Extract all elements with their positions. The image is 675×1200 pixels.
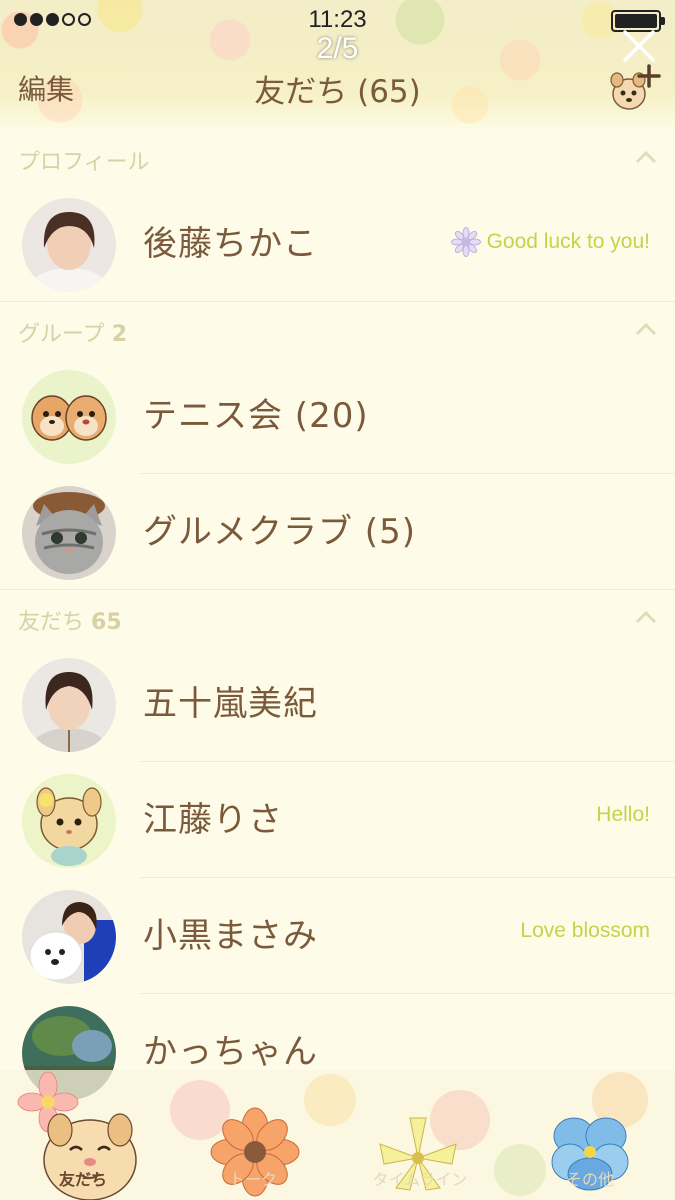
tab-talk[interactable]: トーク bbox=[188, 1166, 318, 1190]
tab-bar: 友だち トーク タイムライン その他 bbox=[0, 1040, 675, 1200]
tab-timeline[interactable]: タイムライン bbox=[355, 1166, 485, 1190]
avatar bbox=[22, 370, 116, 464]
friend-name: 江藤りさ bbox=[143, 800, 283, 840]
friend-row[interactable]: 五十嵐美紀 bbox=[0, 646, 675, 762]
profile-status: Good luck to you! bbox=[450, 227, 650, 257]
profile-row[interactable]: 後藤ちかこ Good luck to you! bbox=[0, 186, 675, 302]
daisy-icon bbox=[450, 227, 481, 257]
chevron-up-icon bbox=[635, 610, 657, 624]
add-friend-button[interactable] bbox=[605, 60, 665, 114]
section-header-groups[interactable]: グループ 2 bbox=[0, 302, 675, 358]
avatar bbox=[22, 890, 116, 984]
tab-more[interactable]: その他 bbox=[525, 1166, 655, 1190]
page-title: 友だち (65) bbox=[254, 74, 421, 110]
section-label: グループ 2 bbox=[18, 322, 127, 347]
tab-friends[interactable]: 友だち bbox=[18, 1166, 148, 1190]
chevron-up-icon bbox=[635, 150, 657, 164]
friends-list: プロフィール 後藤ちかこ Good luck to you! グループ 2 テニ… bbox=[0, 130, 675, 1110]
avatar bbox=[22, 198, 116, 292]
group-name: テニス会 (20) bbox=[143, 396, 369, 436]
image-counter: 2/5 bbox=[316, 32, 359, 65]
status-time: 11:23 bbox=[308, 6, 367, 33]
friend-status: Hello! bbox=[596, 803, 650, 826]
profile-name: 後藤ちかこ bbox=[143, 224, 318, 264]
group-row[interactable]: グルメクラブ (5) bbox=[0, 474, 675, 590]
section-label: プロフィール bbox=[18, 150, 150, 175]
close-button[interactable] bbox=[621, 28, 657, 64]
friend-name: 小黒まさみ bbox=[143, 916, 318, 956]
group-row[interactable]: テニス会 (20) bbox=[0, 358, 675, 474]
friend-name: 五十嵐美紀 bbox=[143, 684, 318, 724]
section-label: 友だち 65 bbox=[18, 610, 122, 635]
section-header-friends[interactable]: 友だち 65 bbox=[0, 590, 675, 646]
friend-row[interactable]: 小黒まさみ Love blossom bbox=[0, 878, 675, 994]
close-icon bbox=[623, 30, 655, 62]
profile-status-text: Good luck to you! bbox=[486, 230, 650, 253]
header: 11:23 2/5 編集 友だち (65) bbox=[0, 0, 675, 130]
avatar bbox=[22, 486, 116, 580]
friend-row[interactable]: 江藤りさ Hello! bbox=[0, 762, 675, 878]
section-header-profile[interactable]: プロフィール bbox=[0, 130, 675, 186]
group-name: グルメクラブ (5) bbox=[143, 512, 416, 552]
friend-status: Love blossom bbox=[520, 919, 650, 942]
avatar bbox=[22, 658, 116, 752]
chevron-up-icon bbox=[635, 322, 657, 336]
add-friend-chipmunk-icon bbox=[610, 64, 661, 110]
avatar bbox=[22, 774, 116, 868]
